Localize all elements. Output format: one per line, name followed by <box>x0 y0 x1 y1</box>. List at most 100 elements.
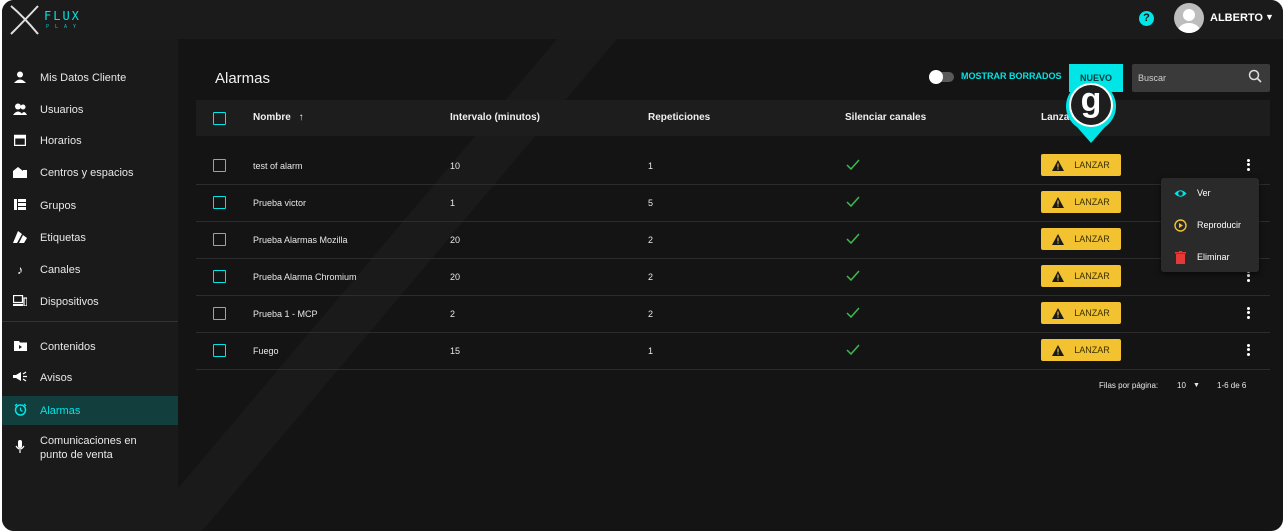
show-deleted-toggle[interactable] <box>929 70 954 84</box>
play-circle-icon <box>1174 218 1187 232</box>
sidebar-item-label: Usuarios <box>40 104 84 116</box>
sidebar-item-label: Mis Datos Cliente <box>40 72 127 84</box>
menu-item-eliminar[interactable]: Eliminar <box>1161 247 1259 267</box>
sidebar-item-label: Canales <box>40 264 81 276</box>
user-name[interactable]: ALBERTO <box>1210 12 1263 24</box>
rows-per-page-label: Filas por página: <box>1099 381 1159 390</box>
cell-repetitions: 2 <box>648 272 654 282</box>
top-bar: FLUX PLAY ? ALBERTO ▼ <box>2 0 1283 39</box>
help-icon[interactable]: ? <box>1139 11 1154 26</box>
user-avatar-icon <box>1178 9 1200 33</box>
annotation-marker: g <box>1060 75 1122 145</box>
rows-per-page-select[interactable]: 10 <box>1177 381 1186 390</box>
context-menu: Ver Reproducir Eliminar <box>1161 178 1259 272</box>
table-row: test of alarm 10 1 LANZAR <box>196 148 1270 185</box>
alarm-icon <box>13 403 27 419</box>
launch-button-label: LANZAR <box>1074 234 1110 244</box>
logo-subtext: PLAY <box>46 24 83 30</box>
eye-icon <box>1174 189 1187 197</box>
pagination-range: 1-6 de 6 <box>1217 381 1247 390</box>
sidebar-item-label: Grupos <box>40 200 77 212</box>
menu-item-reproducir[interactable]: Reproducir <box>1161 215 1259 235</box>
microphone-icon <box>13 440 27 456</box>
chevron-down-icon[interactable]: ▼ <box>1193 382 1200 389</box>
cell-name: test of alarm <box>253 161 303 171</box>
check-icon <box>846 270 860 282</box>
sort-arrow-icon[interactable]: ↑ <box>299 112 304 123</box>
sidebar-item-label: Dispositivos <box>40 296 99 308</box>
launch-button[interactable]: LANZAR <box>1041 265 1121 287</box>
row-checkbox[interactable] <box>213 344 226 357</box>
check-icon <box>846 233 860 245</box>
launch-button-label: LANZAR <box>1074 308 1110 318</box>
sidebar-item-centros[interactable]: Centros y espacios <box>2 162 178 184</box>
check-icon <box>846 344 860 356</box>
more-options-icon[interactable] <box>1242 305 1254 321</box>
users-icon <box>13 103 27 118</box>
row-checkbox[interactable] <box>213 270 226 283</box>
search-input[interactable] <box>1138 70 1238 86</box>
grid-icon <box>13 199 27 213</box>
logo-text: FLUX <box>44 9 81 23</box>
person-icon <box>13 71 27 86</box>
cell-name: Prueba Alarmas Mozilla <box>253 235 348 245</box>
sidebar-item-mis-datos-cliente[interactable]: Mis Datos Cliente <box>2 67 178 89</box>
building-icon <box>13 166 27 181</box>
sidebar-item-alarmas[interactable]: Alarmas <box>2 396 178 425</box>
launch-button[interactable]: LANZAR <box>1041 339 1121 361</box>
avatar[interactable] <box>1174 3 1204 33</box>
column-header-silenciar[interactable]: Silenciar canales <box>845 112 926 123</box>
column-header-nombre[interactable]: Nombre ↑ <box>253 112 304 123</box>
logo[interactable]: FLUX PLAY <box>8 3 86 37</box>
check-icon <box>846 196 860 208</box>
sidebar-item-etiquetas[interactable]: Etiquetas <box>2 227 178 249</box>
sidebar-item-comunicaciones[interactable]: Comunicaciones en punto de venta <box>2 431 178 465</box>
menu-item-label: Reproducir <box>1197 220 1242 230</box>
warning-icon <box>1052 307 1065 319</box>
launch-button[interactable]: LANZAR <box>1041 302 1121 324</box>
sidebar-item-contenidos[interactable]: Contenidos <box>2 336 178 358</box>
sidebar-item-horarios[interactable]: Horarios <box>2 130 178 152</box>
devices-icon <box>12 294 28 309</box>
show-deleted-label[interactable]: MOSTRAR BORRADOS <box>961 71 1062 81</box>
sidebar-item-canales[interactable]: ♪ Canales <box>2 259 178 281</box>
launch-button[interactable]: LANZAR <box>1041 191 1121 213</box>
more-options-icon[interactable] <box>1242 157 1254 173</box>
column-header-intervalo[interactable]: Intervalo (minutos) <box>450 112 540 123</box>
more-options-icon[interactable] <box>1242 342 1254 358</box>
sidebar-item-usuarios[interactable]: Usuarios <box>2 99 178 121</box>
launch-button-label: LANZAR <box>1074 271 1110 281</box>
launch-button-label: LANZAR <box>1074 160 1110 170</box>
warning-icon <box>1052 196 1065 208</box>
cell-name: Prueba Alarma Chromium <box>253 272 357 282</box>
sidebar-item-avisos[interactable]: Avisos <box>2 367 178 389</box>
table-row: Prueba victor 1 5 LANZAR <box>196 185 1270 222</box>
menu-item-ver[interactable]: Ver <box>1161 183 1259 203</box>
cell-interval: 15 <box>450 346 461 356</box>
launch-button[interactable]: LANZAR <box>1041 228 1121 250</box>
folder-icon <box>13 340 27 354</box>
sidebar-item-label: Contenidos <box>40 341 96 353</box>
cell-interval: 1 <box>450 198 456 208</box>
row-checkbox[interactable] <box>213 196 226 209</box>
sidebar-item-dispositivos[interactable]: Dispositivos <box>2 291 178 313</box>
app-window: FLUX PLAY ? ALBERTO ▼ Mis Datos Cliente … <box>2 0 1283 531</box>
column-header-repeticiones[interactable]: Repeticiones <box>648 112 710 123</box>
cell-name: Fuego <box>253 346 279 356</box>
cell-repetitions: 1 <box>648 346 654 356</box>
menu-item-label: Eliminar <box>1197 252 1230 262</box>
chevron-down-icon[interactable]: ▼ <box>1265 12 1274 22</box>
cell-repetitions: 2 <box>648 235 654 245</box>
cell-interval: 20 <box>450 235 461 245</box>
music-note-icon: ♪ <box>17 263 23 277</box>
search-box <box>1132 64 1270 92</box>
search-icon[interactable] <box>1248 69 1262 83</box>
select-all-checkbox[interactable] <box>213 112 226 125</box>
row-checkbox[interactable] <box>213 233 226 246</box>
launch-button[interactable]: LANZAR <box>1041 154 1121 176</box>
row-checkbox[interactable] <box>213 307 226 320</box>
sidebar-item-grupos[interactable]: Grupos <box>2 195 178 217</box>
cell-repetitions: 2 <box>648 309 654 319</box>
cell-repetitions: 1 <box>648 161 654 171</box>
row-checkbox[interactable] <box>213 159 226 172</box>
